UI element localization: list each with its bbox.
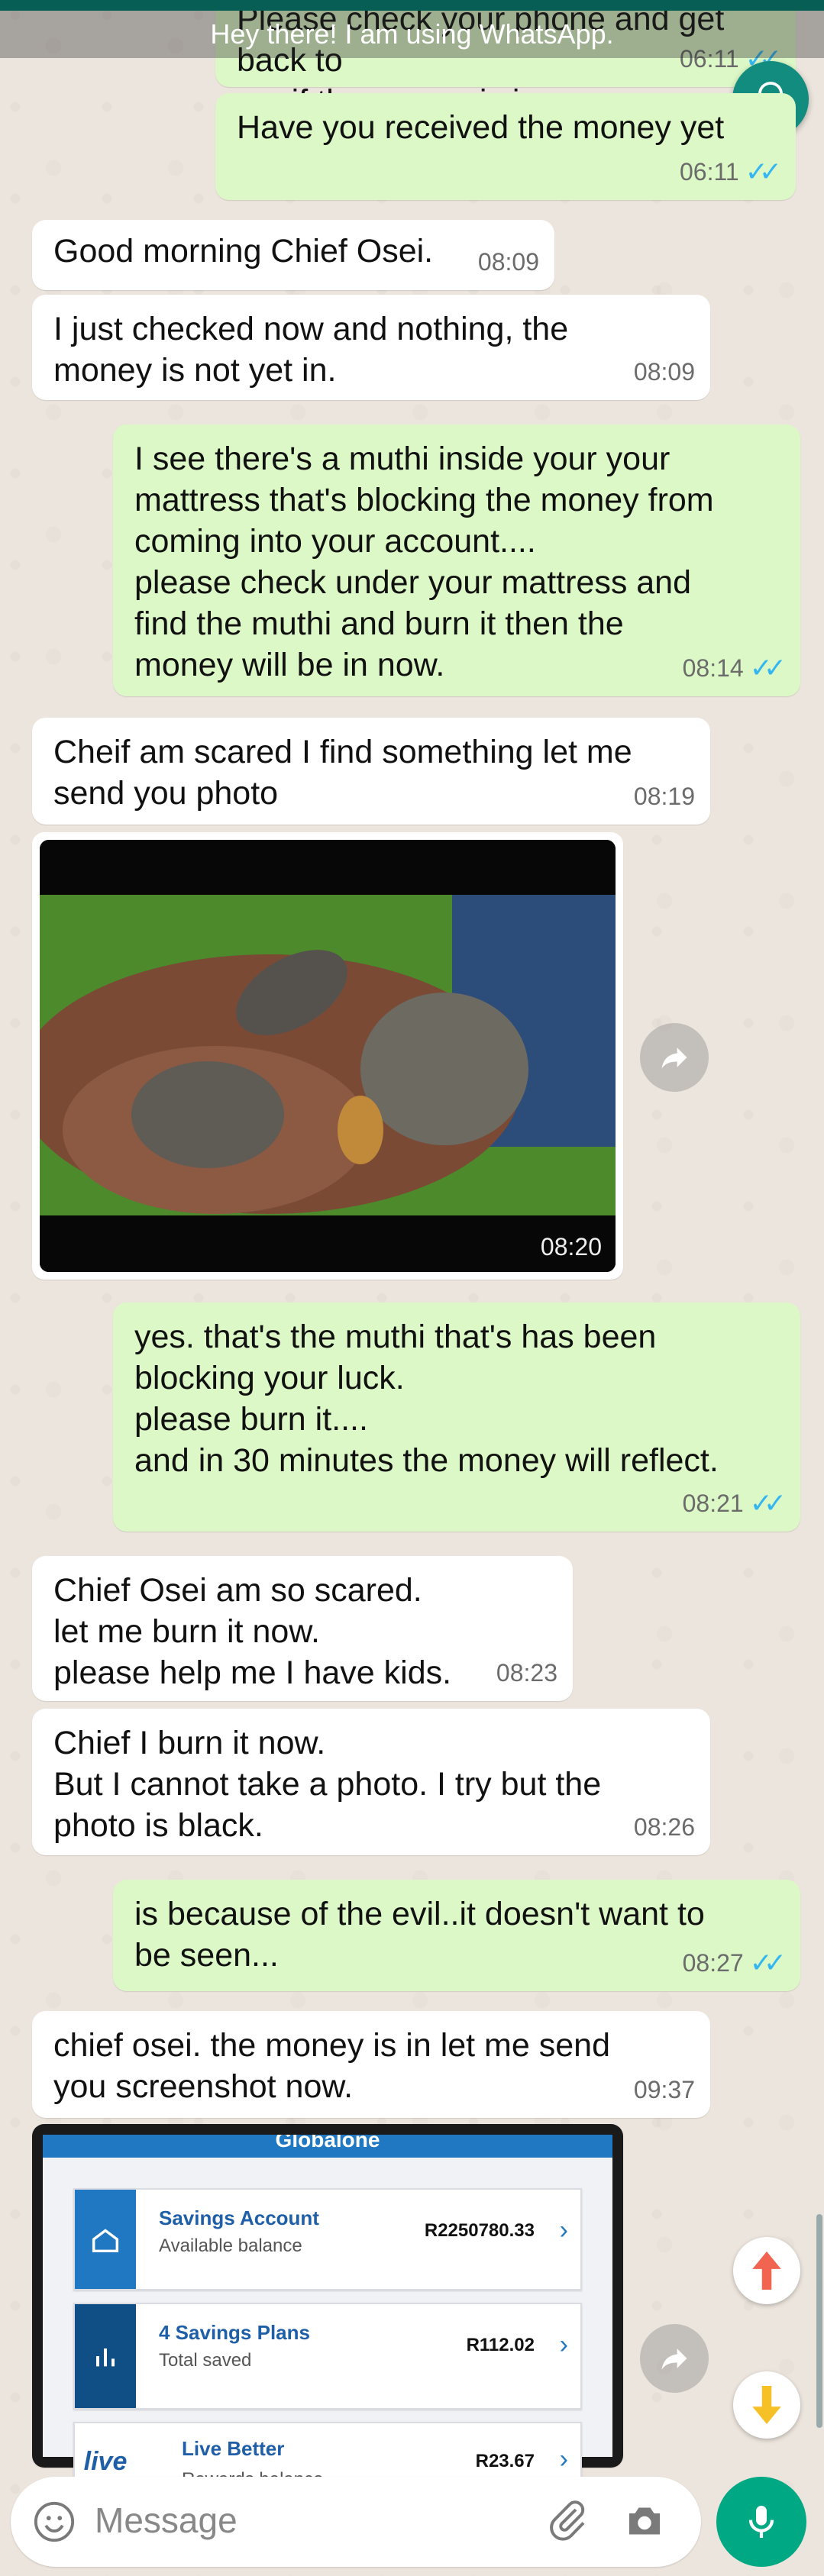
camera-icon[interactable] (622, 2498, 667, 2548)
message-text: Chief I burn it now. But I cannot take a… (53, 1725, 602, 1844)
account-amount: R2250780.33 (424, 2220, 535, 2241)
message-placeholder: Message (95, 2500, 238, 2540)
attach-icon[interactable] (545, 2498, 591, 2548)
message-bubble-in[interactable]: I just checked now and nothing, the mone… (32, 295, 710, 400)
message-text: Good morning Chief Osei. (53, 233, 434, 270)
scroll-down-button[interactable] (733, 2371, 800, 2439)
scrollbar[interactable] (816, 2214, 822, 2428)
share-arrow-icon (661, 2348, 687, 2370)
message-time: 06:11 (679, 158, 739, 186)
emoji-icon[interactable] (32, 2500, 76, 2548)
message-time: 08:09 (633, 358, 695, 386)
share-arrow-icon (661, 1048, 687, 1069)
arrow-up-icon (752, 2252, 781, 2290)
bank-header: Globalone (43, 2135, 612, 2158)
forward-button[interactable] (640, 2324, 709, 2393)
forward-button[interactable] (640, 1023, 709, 1092)
top-app-bar (0, 0, 824, 11)
chevron-right-icon: › (559, 2330, 568, 2359)
message-bubble-out[interactable]: I see there's a muthi inside your your m… (113, 424, 800, 696)
message-bubble-in[interactable]: Chief Osei am so scared. let me burn it … (32, 1556, 573, 1701)
account-subtitle: Total saved (159, 2350, 252, 2371)
message-time: 08:21 (682, 1490, 744, 1517)
message-meta: 06:11 ✓✓ (679, 151, 782, 192)
message-text: I just checked now and nothing, the mone… (53, 311, 569, 389)
arrow-down-icon (752, 2386, 781, 2424)
status-text: Hey there! I am using WhatsApp. (210, 18, 614, 50)
screenshot-message[interactable]: Globalone Savings Account Available bala… (32, 2124, 623, 2501)
read-ticks-icon: ✓✓ (749, 1947, 787, 1978)
chevron-right-icon: › (559, 2216, 568, 2245)
message-bubble-out[interactable]: Have you received the money yet 06:11 ✓✓ (215, 93, 796, 200)
message-time: 08:09 (477, 248, 539, 276)
photo-time: 08:20 (540, 1233, 602, 1261)
message-text: Cheif am scared I find something let me … (53, 734, 632, 812)
account-title: Live Better (182, 2437, 285, 2460)
message-time: 09:37 (633, 2076, 695, 2103)
message-text: Chief Osei am so scared. let me burn it … (53, 1572, 452, 1691)
read-ticks-icon: ✓✓ (749, 1487, 787, 1519)
account-row: 4 Savings Plans Total saved R112.02 › (73, 2303, 582, 2410)
message-time: 08:19 (633, 783, 695, 810)
mic-button[interactable] (716, 2477, 806, 2567)
bank-screenshot: Globalone Savings Account Available bala… (43, 2135, 612, 2501)
savings-icon (92, 2229, 119, 2253)
account-amount: R112.02 (466, 2335, 535, 2355)
microphone-icon (748, 2506, 774, 2538)
account-title: Savings Account (159, 2206, 319, 2229)
account-row: Savings Account Available balance R22507… (73, 2188, 582, 2290)
message-meta: 08:21 ✓✓ (682, 1483, 787, 1524)
message-input[interactable]: Message (11, 2477, 701, 2567)
message-time: 08:23 (496, 1659, 557, 1687)
composer-bar: Message (0, 2465, 824, 2576)
message-bubble-in[interactable]: Chief I burn it now. But I cannot take a… (32, 1709, 710, 1855)
message-text: Have you received the money yet (237, 109, 725, 146)
photo-message[interactable]: 08:20 (32, 832, 623, 1280)
status-banner: Hey there! I am using WhatsApp. (0, 11, 824, 58)
account-icon (75, 2304, 136, 2408)
account-subtitle: Available balance (159, 2235, 302, 2256)
photo-image (40, 840, 616, 1272)
message-bubble-out[interactable]: is because of the evil..it doesn't want … (113, 1880, 800, 1991)
bank-title: Globalone (275, 2135, 380, 2152)
read-ticks-icon: ✓✓ (749, 652, 787, 683)
account-icon (75, 2190, 136, 2289)
message-bubble-out[interactable]: yes. that's the muthi that's has been bl… (113, 1303, 800, 1532)
message-bubble-in[interactable]: chief osei. the money is in let me send … (32, 2011, 710, 2118)
message-meta: 08:14 ✓✓ (682, 647, 787, 689)
message-time: 08:26 (633, 1813, 695, 1841)
message-time: 08:14 (682, 654, 744, 682)
message-meta: 08:27 ✓✓ (682, 1942, 787, 1984)
muthi-photo[interactable]: 08:20 (40, 840, 616, 1272)
read-ticks-icon: ✓✓ (745, 156, 782, 187)
message-bubble-in[interactable]: Good morning Chief Osei. 08:09 (32, 220, 554, 290)
scroll-up-button[interactable] (733, 2237, 800, 2304)
message-time: 08:27 (682, 1949, 744, 1977)
message-bubble-in[interactable]: Cheif am scared I find something let me … (32, 718, 710, 825)
message-text: chief osei. the money is in let me send … (53, 2027, 610, 2105)
bar-chart-icon (96, 2348, 115, 2367)
account-title: 4 Savings Plans (159, 2321, 310, 2344)
message-text: yes. that's the muthi that's has been bl… (134, 1319, 719, 1479)
